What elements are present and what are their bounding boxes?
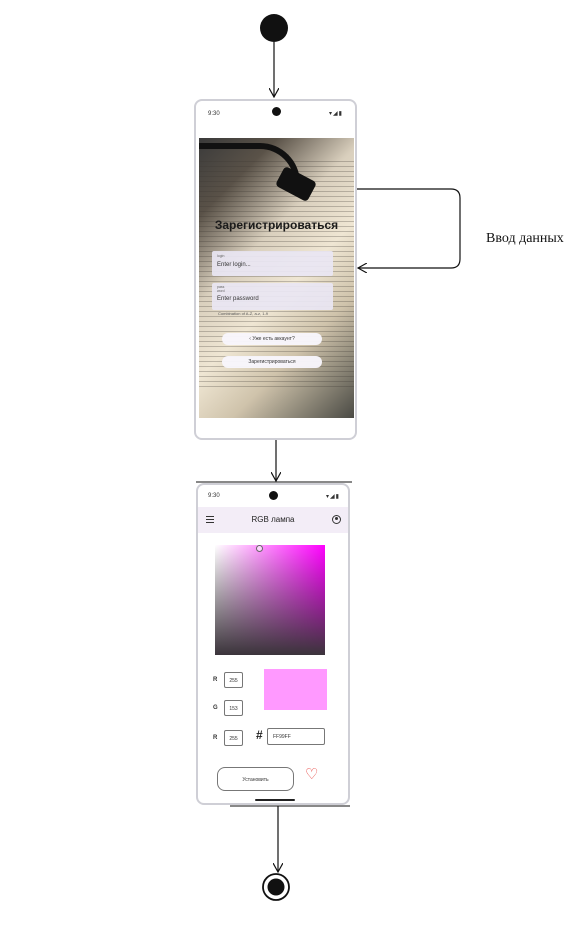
channel-label-b: R [213, 735, 218, 741]
password-hint: Combination of A-Z, a-z, 1-9 [218, 311, 269, 316]
password-placeholder: Enter password [217, 296, 259, 302]
register-screen: 9:30 ▾◢▮ Зарегистрироваться login Enter … [194, 99, 357, 440]
rgb-lamp-screen: 9:30 ▾◢▮ RGB лампа R 255 G 153 R 255 # F… [196, 483, 350, 805]
app-title: RGB лампа [251, 515, 295, 524]
password-field[interactable]: pass word Enter password [212, 283, 333, 310]
loop-label: Ввод данных [486, 231, 564, 246]
home-indicator [255, 799, 295, 801]
channel-label-g: G [213, 705, 218, 711]
channel-label-r: R [213, 677, 218, 683]
register-title: Зарегистрироваться [214, 218, 339, 232]
color-preview-swatch [264, 669, 327, 710]
hex-hash-symbol: # [256, 728, 263, 742]
data-input-loop-arrow [352, 188, 461, 268]
login-placeholder: Enter login... [217, 262, 251, 268]
channel-input-r[interactable]: 255 [224, 672, 243, 688]
color-picker-handle[interactable] [256, 545, 263, 552]
end-node-core [267, 878, 285, 896]
hex-input[interactable]: FF99FF [267, 728, 325, 745]
chevron-left-icon: ‹ [249, 336, 251, 342]
color-picker-area[interactable] [215, 545, 325, 655]
channel-input-b[interactable]: 255 [224, 730, 243, 746]
account-icon[interactable] [332, 515, 341, 524]
status-time: 9:30 [208, 493, 220, 499]
favorite-heart-icon[interactable]: ♡ [305, 766, 318, 784]
login-label: login [217, 254, 225, 258]
set-color-button[interactable]: Установить [217, 767, 294, 791]
status-icons: ▾◢▮ [329, 111, 343, 117]
status-time: 9:30 [208, 111, 220, 117]
password-label-line2: word [217, 289, 225, 293]
login-field[interactable]: login Enter login... [212, 251, 333, 276]
have-account-label: Уже есть аккаунт? [252, 336, 295, 342]
start-node [260, 14, 288, 42]
front-camera [272, 107, 281, 116]
have-account-button[interactable]: ‹ Уже есть аккаунт? [222, 333, 322, 345]
status-icons: ▾◢▮ [326, 494, 340, 500]
channel-input-g[interactable]: 153 [224, 700, 243, 716]
register-submit-button[interactable]: Зарегистрироваться [222, 356, 322, 368]
front-camera [269, 491, 278, 500]
